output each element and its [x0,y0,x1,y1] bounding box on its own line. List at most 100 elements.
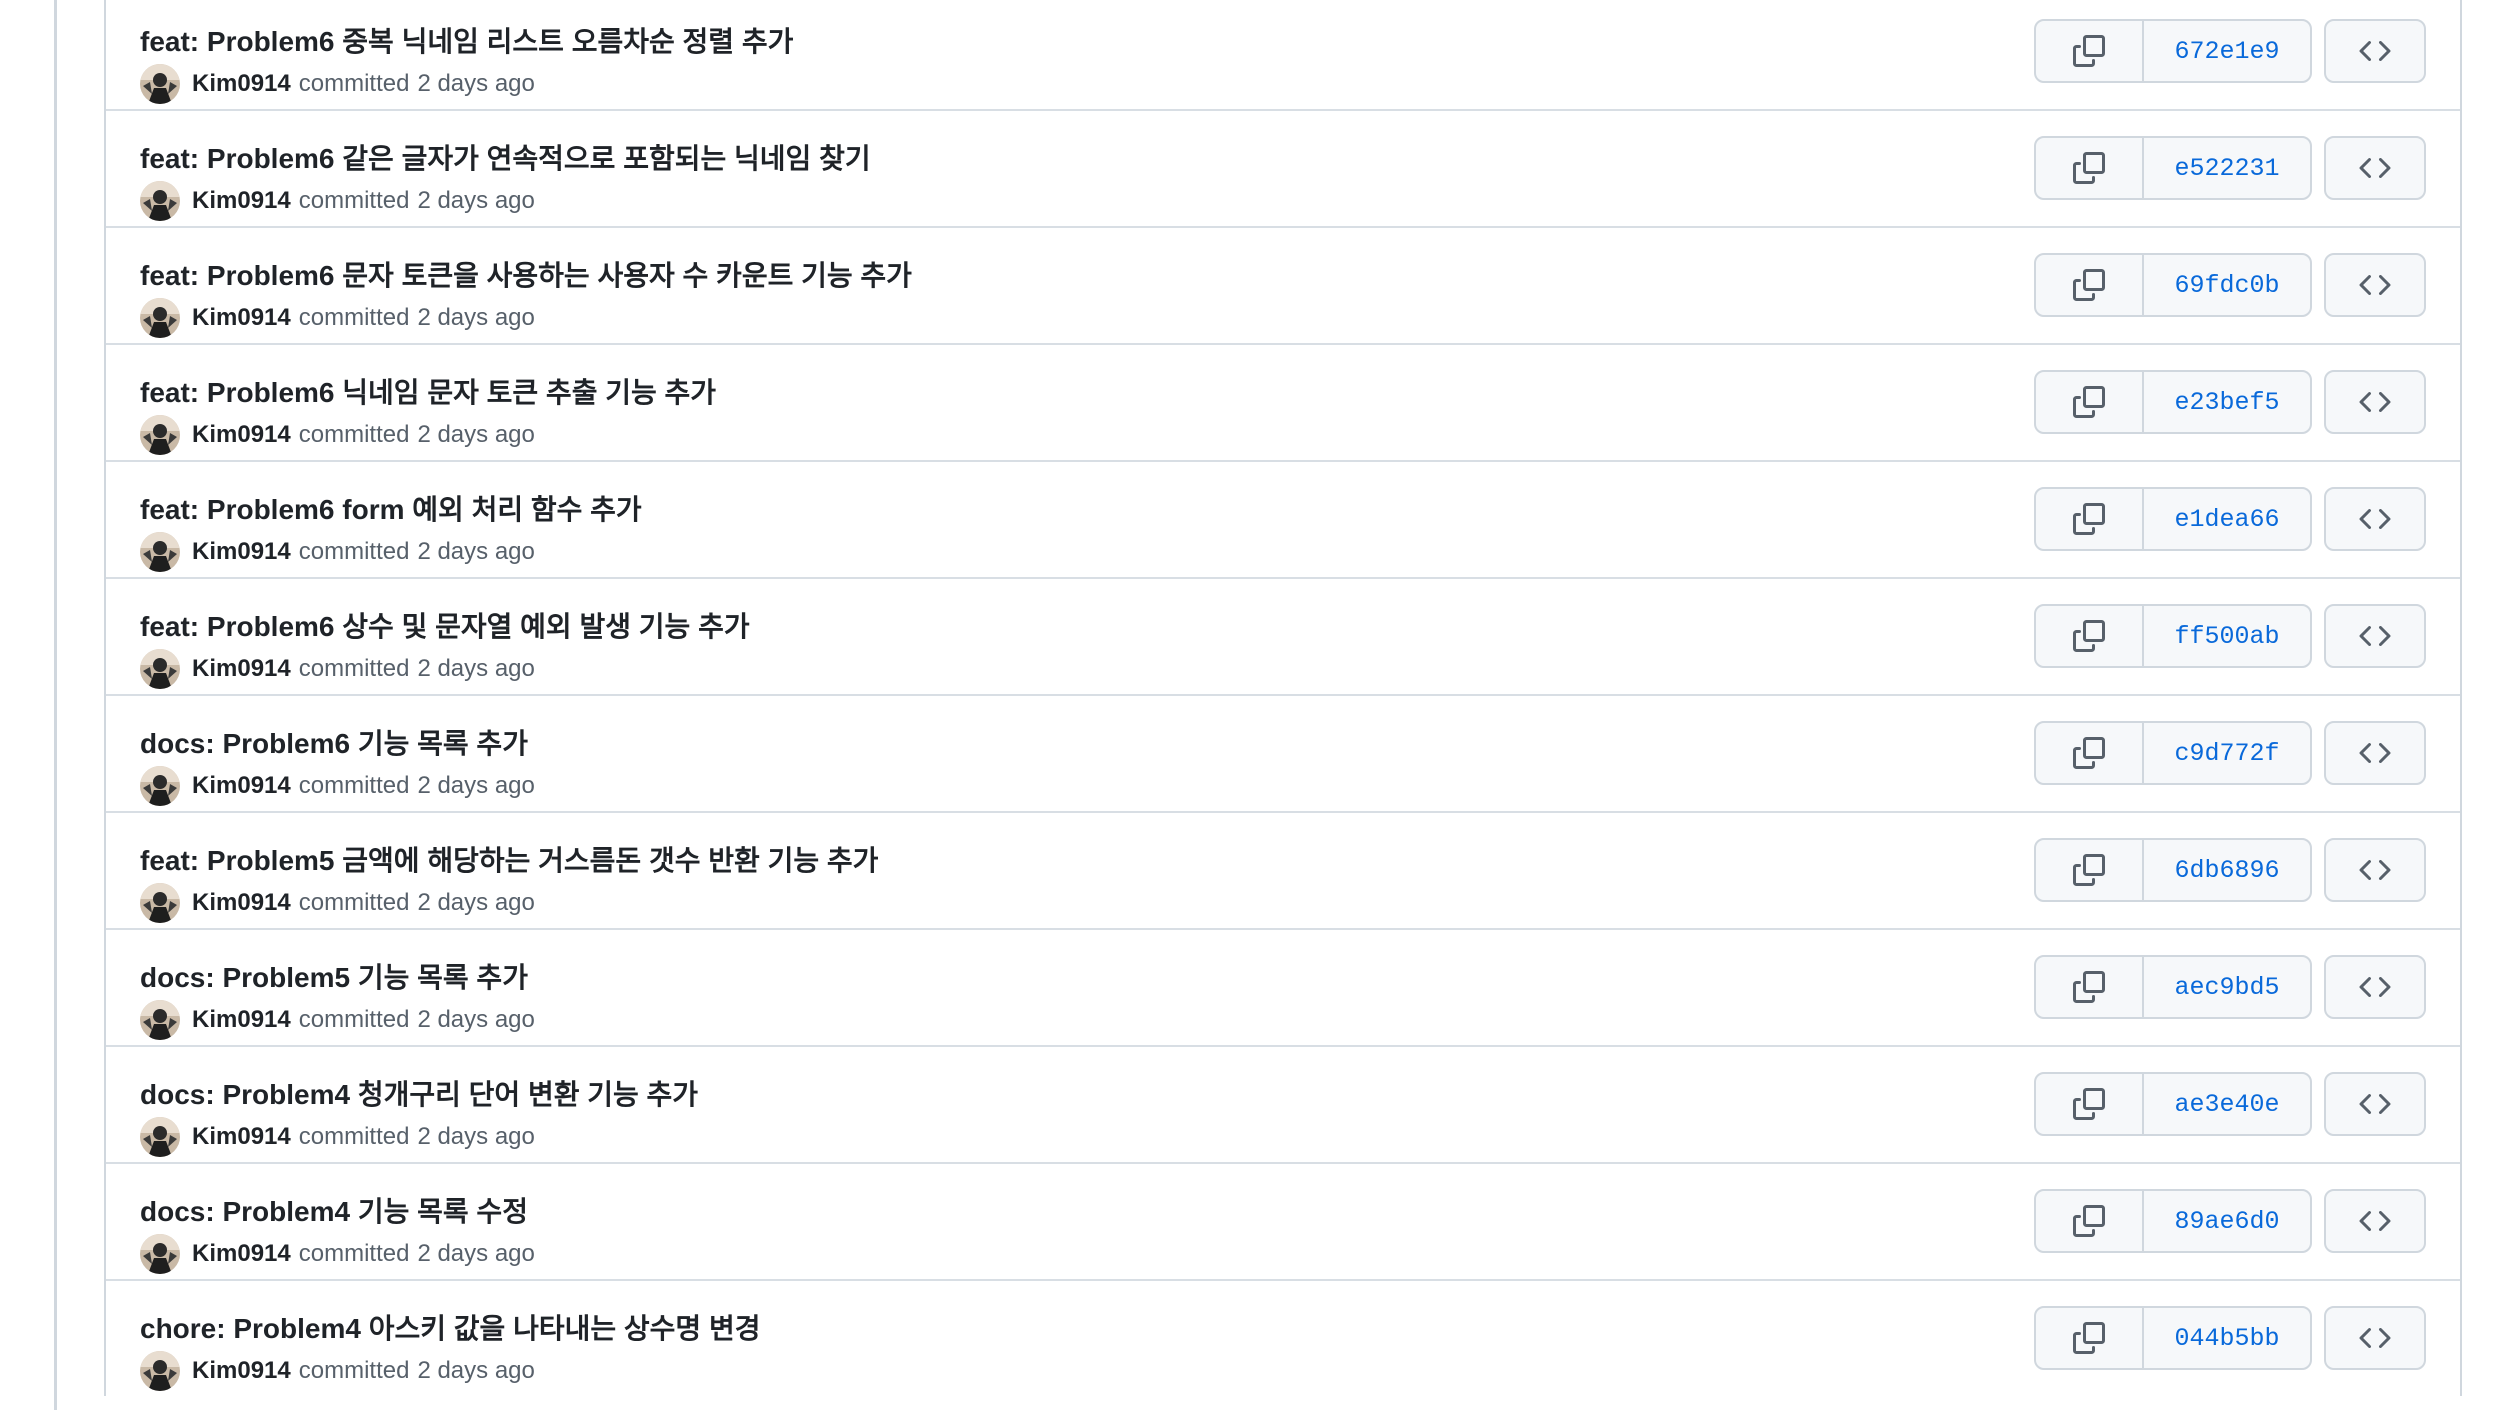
commit-sha-link[interactable]: 69fdc0b [2144,255,2310,315]
copy-sha-button[interactable] [2036,840,2144,900]
avatar[interactable] [140,181,180,221]
commit-title[interactable]: feat: Problem5 금액에 해당하는 거스름돈 갯수 반환 기능 추가 [140,839,878,879]
commit-time: 2 days ago [417,70,535,97]
commit-meta: Kim0914 committed 2 days ago [140,649,535,689]
commit-actions: 044b5bb [2034,1306,2312,1370]
commit-list: feat: Problem6 중복 닉네임 리스트 오름차순 정렬 추가 Kim… [104,0,2462,1396]
commit-sha-link[interactable]: 6db6896 [2144,840,2310,900]
browse-repo-button[interactable] [2324,19,2426,83]
avatar[interactable] [140,1117,180,1157]
commit-author[interactable]: Kim0914 [192,1123,291,1151]
code-icon [2359,1327,2391,1349]
commit-title[interactable]: feat: Problem6 중복 닉네임 리스트 오름차순 정렬 추가 [140,20,793,60]
commit-sha-link[interactable]: c9d772f [2144,723,2310,783]
copy-icon [2073,1205,2105,1237]
copy-sha-button[interactable] [2036,1074,2144,1134]
avatar[interactable] [140,532,180,572]
browse-repo-button[interactable] [2324,370,2426,434]
commit-sha-link[interactable]: 89ae6d0 [2144,1191,2310,1251]
copy-sha-button[interactable] [2036,1308,2144,1368]
avatar[interactable] [140,298,180,338]
commit-time: 2 days ago [417,304,535,331]
commit-sha-link[interactable]: e1dea66 [2144,489,2310,549]
commit-sha-link[interactable]: ff500ab [2144,606,2310,666]
commit-action: committed [298,1357,410,1384]
commit-author[interactable]: Kim0914 [192,1006,291,1034]
commit-author[interactable]: Kim0914 [192,1240,291,1268]
code-icon [2359,859,2391,881]
commit-time: 2 days ago [417,187,535,214]
commit-author[interactable]: Kim0914 [192,421,291,449]
copy-sha-button[interactable] [2036,372,2144,432]
commit-sha-link[interactable]: e522231 [2144,138,2310,198]
commit-actions: c9d772f [2034,721,2312,785]
commit-meta: Kim0914 committed 2 days ago [140,415,535,455]
avatar[interactable] [140,415,180,455]
commit-title[interactable]: docs: Problem5 기능 목록 추가 [140,956,528,996]
commit-sha-link[interactable]: aec9bd5 [2144,957,2310,1017]
code-icon [2359,40,2391,62]
commit-author[interactable]: Kim0914 [192,187,291,215]
commit-actions: e23bef5 [2034,370,2312,434]
commit-author[interactable]: Kim0914 [192,655,291,683]
copy-sha-button[interactable] [2036,723,2144,783]
browse-repo-button[interactable] [2324,955,2426,1019]
browse-repo-button[interactable] [2324,721,2426,785]
copy-sha-button[interactable] [2036,957,2144,1017]
copy-sha-button[interactable] [2036,138,2144,198]
commit-meta: Kim0914 committed 2 days ago [140,181,535,221]
commit-author[interactable]: Kim0914 [192,70,291,98]
browse-repo-button[interactable] [2324,1072,2426,1136]
commit-row: docs: Problem4 기능 목록 수정 Kim0914 committe… [106,1162,2460,1279]
copy-sha-button[interactable] [2036,606,2144,666]
commit-author[interactable]: Kim0914 [192,538,291,566]
avatar[interactable] [140,1234,180,1274]
copy-icon [2073,1088,2105,1120]
commit-action: committed [298,1240,410,1267]
browse-repo-button[interactable] [2324,838,2426,902]
commit-sha-link[interactable]: 044b5bb [2144,1308,2310,1368]
avatar[interactable] [140,1000,180,1040]
commit-sha-link[interactable]: ae3e40e [2144,1074,2310,1134]
browse-repo-button[interactable] [2324,253,2426,317]
commit-time: 2 days ago [417,1357,535,1384]
commit-meta: Kim0914 committed 2 days ago [140,1234,535,1274]
commit-title[interactable]: docs: Problem6 기능 목록 추가 [140,722,528,762]
commit-author[interactable]: Kim0914 [192,304,291,332]
commit-title[interactable]: docs: Problem4 기능 목록 수정 [140,1190,528,1230]
browse-repo-button[interactable] [2324,1306,2426,1370]
commit-title[interactable]: feat: Problem6 닉네임 문자 토큰 추출 기능 추가 [140,371,716,411]
commit-author[interactable]: Kim0914 [192,889,291,917]
commit-title[interactable]: docs: Problem4 청개구리 단어 변환 기능 추가 [140,1073,698,1113]
commit-sha-link[interactable]: 672e1e9 [2144,21,2310,81]
commit-time: 2 days ago [417,889,535,916]
commit-action: committed [298,70,410,97]
copy-icon [2073,503,2105,535]
browse-repo-button[interactable] [2324,487,2426,551]
commit-action: committed [298,772,410,799]
copy-sha-button[interactable] [2036,21,2144,81]
commit-title[interactable]: feat: Problem6 form 예외 처리 함수 추가 [140,488,642,528]
copy-sha-button[interactable] [2036,489,2144,549]
avatar[interactable] [140,649,180,689]
commit-time: 2 days ago [417,1006,535,1033]
avatar[interactable] [140,766,180,806]
commit-sha-link[interactable]: e23bef5 [2144,372,2310,432]
commit-author[interactable]: Kim0914 [192,772,291,800]
avatar[interactable] [140,1351,180,1391]
commit-title[interactable]: feat: Problem6 상수 및 문자열 예외 발생 기능 추가 [140,605,750,645]
copy-sha-button[interactable] [2036,255,2144,315]
commit-title[interactable]: chore: Problem4 아스키 값을 나타내는 상수명 변경 [140,1307,761,1347]
avatar[interactable] [140,883,180,923]
commit-title[interactable]: feat: Problem6 문자 토큰을 사용하는 사용자 수 카운트 기능 … [140,254,912,294]
code-icon [2359,742,2391,764]
copy-sha-button[interactable] [2036,1191,2144,1251]
commit-title[interactable]: feat: Problem6 같은 글자가 연속적으로 포함되는 닉네임 찾기 [140,137,871,177]
browse-repo-button[interactable] [2324,604,2426,668]
browse-repo-button[interactable] [2324,136,2426,200]
avatar[interactable] [140,64,180,104]
commit-author[interactable]: Kim0914 [192,1357,291,1385]
commit-time: 2 days ago [417,1240,535,1267]
browse-repo-button[interactable] [2324,1189,2426,1253]
commit-actions: 6db6896 [2034,838,2312,902]
